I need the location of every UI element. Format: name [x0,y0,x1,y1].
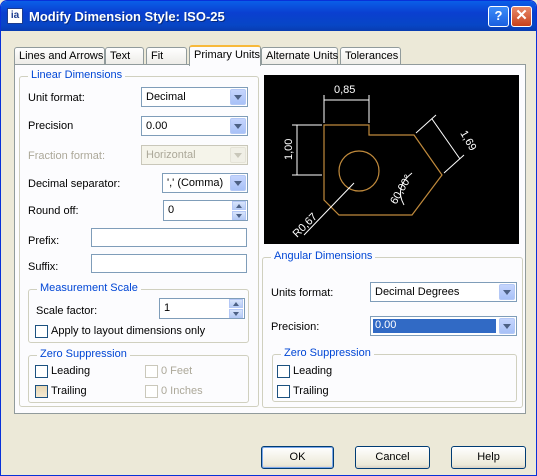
unit-format-label: Unit format: [28,92,85,104]
tab-alternate-units[interactable]: Alternate Units [261,47,338,65]
inches-label: 0 Inches [161,385,203,397]
trailing-label-left: Trailing [51,385,87,397]
angular-precision-label: Precision: [271,321,320,333]
chevron-down-icon[interactable] [230,118,246,134]
angular-units-format-select[interactable]: Decimal Degrees [370,282,517,302]
tab-fit[interactable]: Fit [146,47,187,65]
spin-up-icon[interactable] [229,299,243,308]
trailing-checkbox-left[interactable] [35,385,48,398]
zero-suppression-title-left: Zero Suppression [37,348,130,360]
chevron-down-icon [230,147,246,163]
trailing-label-right: Trailing [293,385,329,397]
dim-label-60: 60,00° [388,173,414,207]
tab-tolerances[interactable]: Tolerances [340,47,401,65]
preview-panel: 0,85 1,00 1,69 60,00° R0,67 [264,75,519,244]
prefix-label: Prefix: [28,235,60,247]
zero-suppression-title-right: Zero Suppression [281,347,374,359]
leading-label-left: Leading [51,365,91,377]
window-title: Modify Dimension Style: ISO-25 [29,9,225,24]
leading-checkbox-left[interactable] [35,365,48,378]
fraction-format-label: Fraction format: [28,150,106,162]
feet-checkbox[interactable] [145,365,158,378]
apply-layout-checkbox[interactable] [35,325,48,338]
ok-button[interactable]: OK [261,446,334,469]
round-off-value: 0 [168,204,175,216]
precision-select[interactable]: 0.00 [141,116,248,136]
unit-format-value: Decimal [146,91,186,103]
leading-label-right: Leading [293,365,333,377]
ext-line-e [415,114,437,134]
part-outline [323,124,443,216]
chevron-down-icon[interactable] [499,284,515,300]
angular-precision-value: 0.00 [373,319,496,333]
round-off-label: Round off: [28,205,79,217]
angular-units-format-value: Decimal Degrees [375,286,460,298]
dialog-window: ia Modify Dimension Style: ISO-25 ? ✕ Li… [0,0,537,476]
suffix-label: Suffix: [28,261,59,273]
fraction-format-select[interactable]: Horizontal [141,145,248,165]
dim-label-169: 1,69 [457,129,478,154]
dim-label-085: 0,85 [334,84,355,96]
unit-format-select[interactable]: Decimal [141,87,248,107]
linear-dimensions-title: Linear Dimensions [28,69,126,81]
measurement-scale-title: Measurement Scale [37,282,141,294]
angular-precision-select[interactable]: 0.00 [370,316,517,336]
decimal-separator-select[interactable]: ',' (Comma) [162,173,248,193]
hole-circle [338,150,380,192]
title-bar[interactable]: ia Modify Dimension Style: ISO-25 ? ✕ [1,1,536,31]
tab-primary-units[interactable]: Primary Units [189,45,261,66]
chevron-down-icon[interactable] [230,89,246,105]
tab-text[interactable]: Text [105,47,144,65]
feet-label: 0 Feet [161,365,193,377]
chevron-down-icon[interactable] [230,175,246,191]
tab-lines-and-arrows[interactable]: Lines and Arrows [14,47,105,65]
spin-up-icon[interactable] [232,201,246,210]
dim-label-r067: R0,67 [291,211,320,240]
chevron-down-icon[interactable] [499,318,515,334]
spin-down-icon[interactable] [229,309,243,318]
suffix-input[interactable] [91,254,247,273]
tab-page: Linear Dimensions Unit format: Decimal P… [14,64,526,414]
precision-label: Precision [28,120,74,132]
dimension-preview-drawing: 0,85 1,00 1,69 60,00° R0,67 [283,84,479,240]
decimal-separator-label: Decimal separator: [28,178,121,190]
dim-line-169 [431,118,461,160]
inches-checkbox[interactable] [145,385,158,398]
app-icon: ia [7,8,23,24]
ext-line-f [443,154,465,174]
precision-value: 0.00 [146,120,168,132]
close-button[interactable]: ✕ [511,6,532,27]
dim-label-100: 1,00 [283,139,295,160]
angular-dimensions-title: Angular Dimensions [271,250,376,262]
apply-layout-label: Apply to layout dimensions only [51,325,206,337]
fraction-format-value: Horizontal [146,149,196,161]
leading-checkbox-right[interactable] [277,365,290,378]
prefix-input[interactable] [91,228,247,247]
round-off-spinner[interactable]: 0 [163,200,248,221]
cancel-button[interactable]: Cancel [355,446,430,469]
scale-factor-spinner[interactable]: 1 [159,298,245,319]
decimal-separator-value: ',' (Comma) [167,177,224,189]
scale-factor-label: Scale factor: [36,305,98,317]
spin-down-icon[interactable] [232,211,246,220]
help-button[interactable]: Help [451,446,526,469]
angular-units-format-label: Units format: [271,287,334,299]
scale-factor-value: 1 [164,302,171,314]
trailing-checkbox-right[interactable] [277,385,290,398]
help-title-button[interactable]: ? [488,6,509,27]
